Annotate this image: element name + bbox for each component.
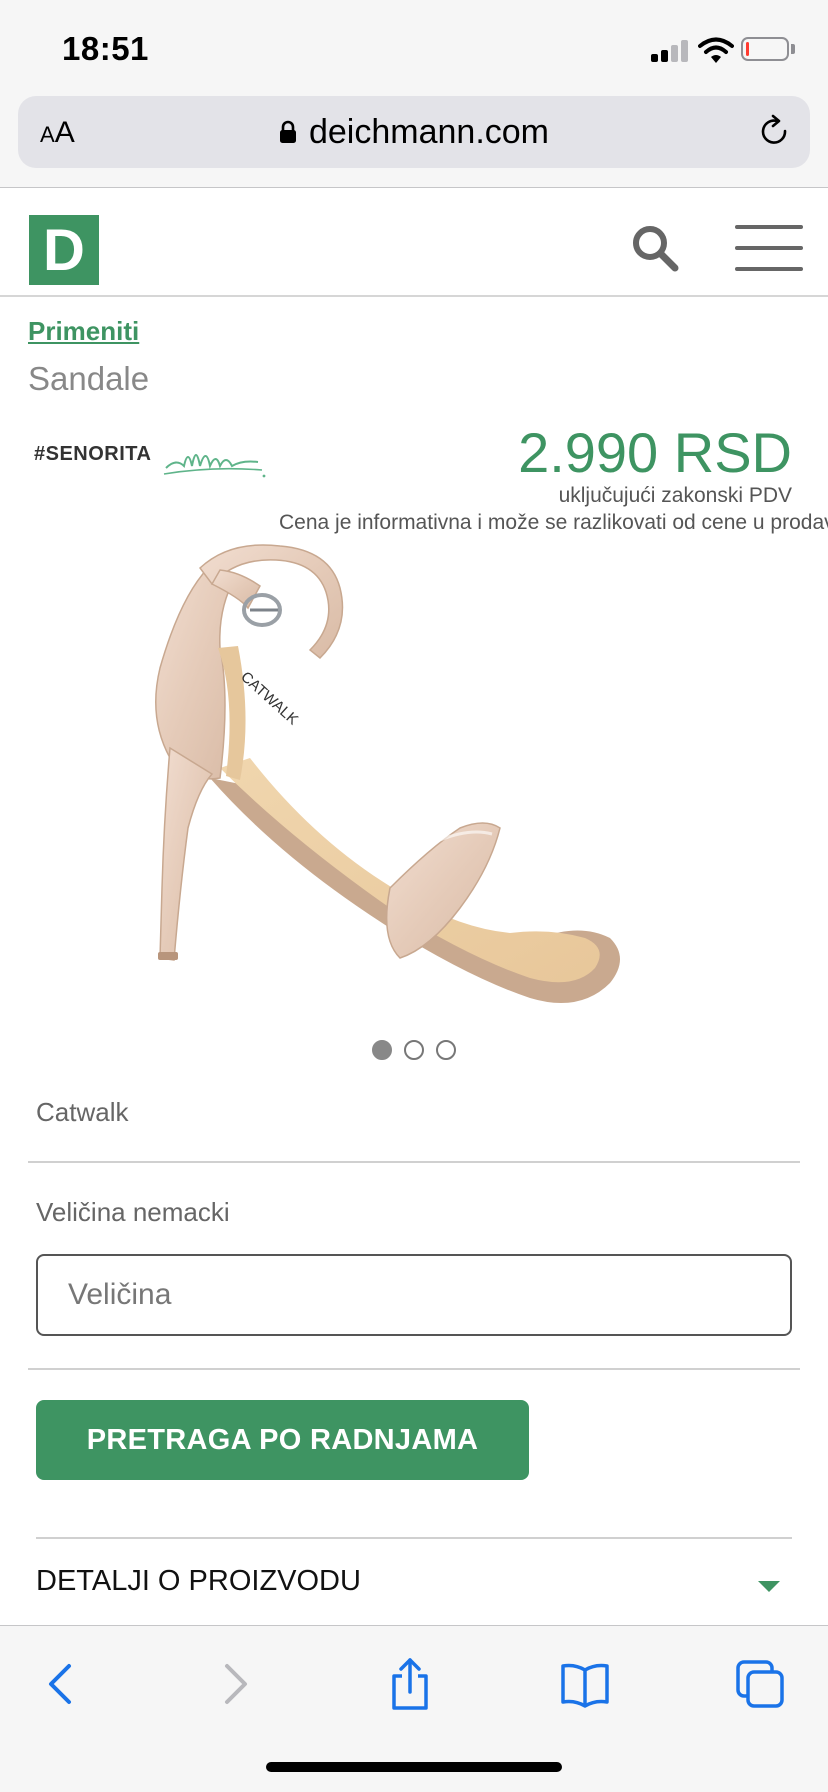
browser-chrome: AA deichmann.com (0, 92, 828, 188)
chevron-left-icon[interactable] (33, 1656, 89, 1712)
divider (28, 1368, 800, 1370)
url-field[interactable]: deichmann.com (18, 96, 810, 168)
size-label: Veličina nemacki (36, 1197, 230, 1227)
site-header: D (0, 189, 828, 297)
insole-brand-label: CATWALK (237, 668, 301, 728)
battery-icon (741, 37, 789, 61)
address-bar[interactable]: AA deichmann.com (18, 96, 810, 168)
product-image[interactable]: CATWALK (140, 528, 700, 1038)
tabs-icon[interactable] (732, 1656, 788, 1712)
product-price: 2.990 RSD (518, 421, 792, 484)
divider (28, 1161, 800, 1163)
chevron-down-icon[interactable] (758, 1581, 780, 1592)
product-details-label: DETALJI O PROIZVODU (36, 1565, 361, 1597)
cellular-signal-icon (651, 40, 689, 62)
carousel-dot-1[interactable] (372, 1040, 392, 1060)
battery-tip (791, 44, 795, 54)
book-icon[interactable] (557, 1656, 613, 1712)
image-carousel-dots (372, 1040, 462, 1062)
carousel-dot-3[interactable] (436, 1040, 456, 1060)
lock-icon (279, 120, 296, 143)
status-time: 18:51 (62, 30, 149, 67)
product-category: Sandale (28, 360, 150, 397)
store-search-button[interactable]: PRETRAGA PO RADNJAMA (36, 1400, 529, 1480)
wifi-icon (698, 37, 734, 63)
size-select-placeholder: Veličina (68, 1278, 172, 1311)
product-brand: Catwalk (36, 1097, 129, 1127)
vat-note: uključujući zakonski PDV (558, 484, 792, 507)
deichmann-logo[interactable]: D (29, 215, 99, 285)
share-icon[interactable] (382, 1656, 438, 1712)
carousel-dot-2[interactable] (404, 1040, 424, 1060)
status-bar: 18:51 (0, 0, 828, 92)
search-icon[interactable] (630, 223, 680, 273)
signature-icon (163, 454, 266, 478)
menu-icon[interactable] (735, 225, 803, 271)
reload-icon[interactable] (756, 114, 792, 150)
home-indicator (266, 1762, 562, 1772)
chevron-right-icon[interactable] (207, 1656, 263, 1712)
product-details-accordion[interactable]: DETALJI O PROIZVODU (36, 1537, 792, 1627)
breadcrumb-link[interactable]: Primeniti (28, 316, 139, 347)
url-text: deichmann.com (308, 112, 549, 151)
senorita-tag: #SENORITA (34, 443, 152, 465)
size-select[interactable]: Veličina (36, 1254, 792, 1336)
